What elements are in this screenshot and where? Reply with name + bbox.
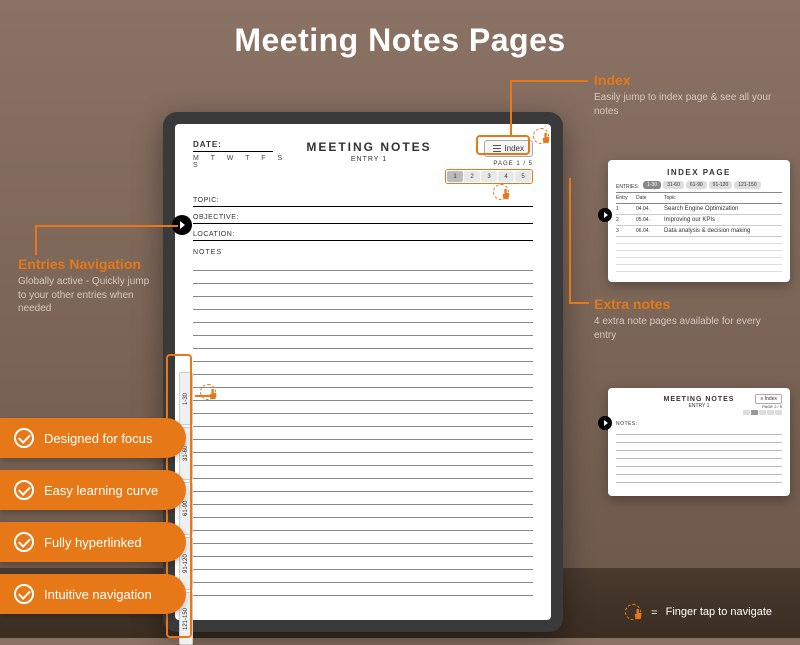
feature-focus: Designed for focus <box>0 418 186 458</box>
connector-line <box>569 302 589 304</box>
connector-line <box>510 80 512 135</box>
feature-hyperlinked: Fully hyperlinked <box>0 522 186 562</box>
notes-section-label: NOTES <box>193 249 533 256</box>
callout-nav: Entries Navigation Globally active - Qui… <box>18 256 158 316</box>
preview-index-card: INDEX PAGE ENTRIES: 1-30 31-60 61-90 91-… <box>608 160 790 282</box>
tap-legend-text: Finger tap to navigate <box>666 606 772 619</box>
entries-label: ENTRIES: <box>616 184 639 190</box>
preview-index-button[interactable]: ≡ Index <box>755 394 782 404</box>
connector-line <box>35 225 37 255</box>
preview-extra-card: MEETING NOTES ENTRY 1 ≡ Index PAGE 2 / 5… <box>608 388 790 496</box>
page-tab-4[interactable]: 4 <box>498 171 514 182</box>
preview-tab[interactable]: 31-60 <box>663 181 684 189</box>
check-icon <box>14 428 34 448</box>
topic-field[interactable]: TOPIC: <box>193 194 533 207</box>
page-tab-5[interactable]: 5 <box>515 171 531 182</box>
callout-extra-title: Extra notes <box>594 296 784 312</box>
notes-heading: MEETING NOTES <box>293 140 445 154</box>
cell-date: 05.04. <box>636 217 664 223</box>
nav-dot-icon[interactable] <box>598 208 612 222</box>
callout-extra: Extra notes 4 extra note pages available… <box>594 296 784 342</box>
preview-page-info: PAGE 2 / 5 <box>741 404 783 409</box>
index-button-label: Index <box>504 144 524 153</box>
tap-icon <box>625 604 643 622</box>
page-tab-1[interactable]: 1 <box>447 171 463 182</box>
connector-line <box>510 80 588 82</box>
weekdays-row: M T W T F S S <box>193 155 293 169</box>
preview-tab[interactable]: 61-90 <box>686 181 707 189</box>
preview-notes-lines <box>616 427 782 483</box>
cell-entry: 1 <box>616 206 636 212</box>
location-field[interactable]: LOCATION: <box>193 228 533 241</box>
tap-icon <box>493 184 511 202</box>
cell-topic: Improving our KPIs <box>664 217 782 223</box>
feature-label: Designed for focus <box>44 431 152 446</box>
preview-extra-title: MEETING NOTES <box>658 396 741 403</box>
feature-navigation: Intuitive navigation <box>0 574 186 614</box>
notes-lines[interactable] <box>193 258 533 596</box>
callout-index-title: Index <box>594 72 784 88</box>
table-row[interactable]: 2 05.04. Improving our KPIs <box>616 215 782 226</box>
cell-topic: Data analysis & decision making <box>664 228 782 234</box>
equals-sign: = <box>651 607 657 619</box>
table-row[interactable]: 1 04.04. Search Engine Optimization <box>616 204 782 215</box>
feature-list: Designed for focus Easy learning curve F… <box>0 418 186 614</box>
callout-index: Index Easily jump to index page & see al… <box>594 72 784 118</box>
page-tab-2[interactable]: 2 <box>464 171 480 182</box>
preview-tab[interactable]: 121-150 <box>734 181 760 189</box>
preview-extra-entry: ENTRY 1 <box>658 403 741 409</box>
page-tab-3[interactable]: 3 <box>481 171 497 182</box>
preview-tab[interactable]: 91-120 <box>709 181 733 189</box>
feature-label: Fully hyperlinked <box>44 535 142 550</box>
callout-index-text: Easily jump to index page & see all your… <box>594 91 784 118</box>
check-icon <box>14 480 34 500</box>
col-date: Date <box>636 195 664 201</box>
cell-date: 06.04. <box>636 228 664 234</box>
check-icon <box>14 532 34 552</box>
page-info: PAGE 1 / 5 <box>445 161 533 167</box>
connector-line <box>35 225 178 227</box>
page-title: Meeting Notes Pages <box>0 22 800 59</box>
feature-label: Easy learning curve <box>44 483 158 498</box>
preview-index-title: INDEX PAGE <box>616 168 782 177</box>
check-icon <box>14 584 34 604</box>
col-topic: Topic <box>664 195 782 201</box>
callout-extra-text: 4 extra note pages available for every e… <box>594 315 784 342</box>
page-tabs: 1 2 3 4 5 <box>445 169 533 184</box>
tap-icon <box>533 128 551 146</box>
preview-tab[interactable]: 1-30 <box>643 181 661 189</box>
list-icon <box>493 145 501 152</box>
preview-table-header: Entry Date Topic <box>616 192 782 204</box>
cell-entry: 3 <box>616 228 636 234</box>
cell-date: 04.04. <box>636 206 664 212</box>
feature-label: Intuitive navigation <box>44 587 152 602</box>
cell-topic: Search Engine Optimization <box>664 206 782 212</box>
cell-entry: 2 <box>616 217 636 223</box>
tap-legend: = Finger tap to navigate <box>625 604 772 622</box>
table-row[interactable]: 3 06.04. Data analysis & decision making <box>616 226 782 237</box>
entry-label: ENTRY 1 <box>293 156 445 163</box>
connector-line <box>569 178 571 302</box>
feature-learning: Easy learning curve <box>0 470 186 510</box>
date-label: DATE: <box>193 140 273 152</box>
callout-nav-text: Globally active - Quickly jump to your o… <box>18 275 158 316</box>
tap-icon <box>200 384 218 402</box>
callout-nav-title: Entries Navigation <box>18 256 158 272</box>
objective-field[interactable]: OBJECTIVE: <box>193 211 533 224</box>
nav-dot-icon[interactable] <box>598 416 612 430</box>
col-entry: Entry <box>616 195 636 201</box>
index-button[interactable]: Index <box>484 140 533 157</box>
